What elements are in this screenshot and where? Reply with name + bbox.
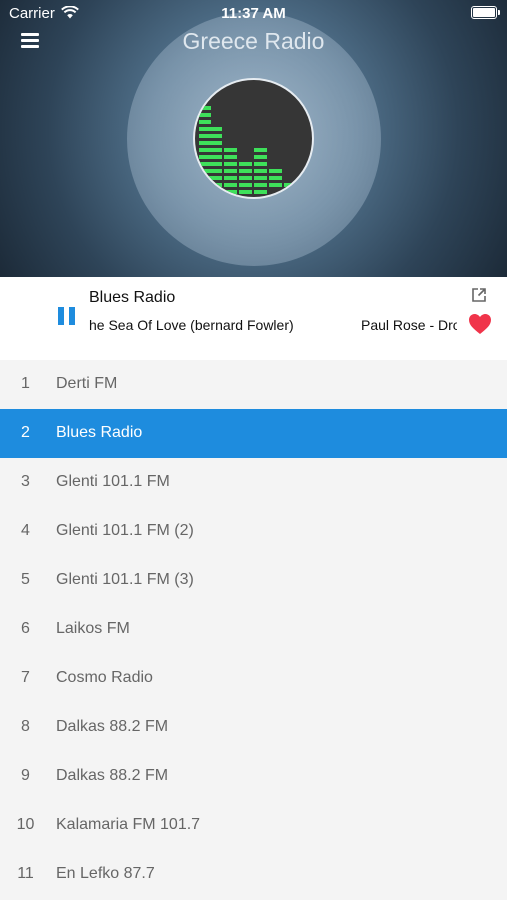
station-list: 1 Derti FM 2 Blues Radio 3 Glenti 101.1 FM 4 Gl…	[0, 360, 507, 899]
station-name: Glenti 101.1 FM (2)	[56, 522, 194, 539]
station-row[interactable]: 7 Cosmo Radio	[0, 654, 507, 703]
header: Carrier 11:37 AM Greece Radio	[0, 0, 507, 277]
pause-button[interactable]	[58, 307, 76, 325]
station-row[interactable]: 8 Dalkas 88.2 FM	[0, 703, 507, 752]
station-name: Derti FM	[56, 375, 118, 392]
station-row[interactable]: 10 Kalamaria FM 101.7	[0, 801, 507, 850]
station-number: 7	[21, 669, 30, 686]
station-number: 3	[21, 473, 30, 490]
now-playing-station: Blues Radio	[89, 289, 176, 306]
station-row[interactable]: 3 Glenti 101.1 FM	[0, 458, 507, 507]
station-number: 5	[21, 571, 30, 588]
station-artwork	[193, 78, 314, 199]
station-row[interactable]: 11 En Lefko 87.7	[0, 850, 507, 899]
status-time: 11:37 AM	[221, 5, 286, 22]
station-row[interactable]: 4 Glenti 101.1 FM (2)	[0, 507, 507, 556]
station-number: 10	[16, 816, 35, 833]
station-name: Kalamaria FM 101.7	[56, 816, 201, 833]
station-row[interactable]: 5 Glenti 101.1 FM (3)	[0, 556, 507, 605]
equalizer-icon	[199, 106, 296, 194]
station-name: Glenti 101.1 FM	[56, 473, 170, 490]
station-name: En Lefko 87.7	[56, 865, 155, 882]
station-row[interactable]: 6 Laikos FM	[0, 605, 507, 654]
station-row[interactable]: 2 Blues Radio	[0, 409, 507, 458]
station-number: 4	[21, 522, 30, 539]
share-icon[interactable]	[471, 287, 487, 303]
station-name: Cosmo Radio	[56, 669, 153, 686]
station-row[interactable]: 1 Derti FM	[0, 360, 507, 409]
now-playing-artist: Paul Rose - Dro	[361, 317, 457, 333]
station-number: 6	[21, 620, 30, 637]
station-number: 2	[21, 424, 30, 441]
station-name: Dalkas 88.2 FM	[56, 767, 169, 784]
station-number: 11	[17, 865, 34, 882]
favorite-heart-icon[interactable]	[468, 313, 492, 335]
station-number: 9	[21, 767, 30, 784]
status-bar: Carrier 11:37 AM	[0, 0, 507, 28]
station-number: 1	[21, 375, 30, 392]
station-name: Glenti 101.1 FM (3)	[56, 571, 194, 588]
station-number: 8	[21, 718, 30, 735]
station-name: Dalkas 88.2 FM	[56, 718, 169, 735]
now-playing-track: he Sea Of Love (bernard Fowler)	[89, 317, 294, 333]
station-row[interactable]: 9 Dalkas 88.2 FM	[0, 752, 507, 801]
station-name: Laikos FM	[56, 620, 130, 637]
page-title: Greece Radio	[182, 28, 325, 54]
battery-icon	[471, 6, 500, 19]
station-name: Blues Radio	[56, 424, 143, 441]
